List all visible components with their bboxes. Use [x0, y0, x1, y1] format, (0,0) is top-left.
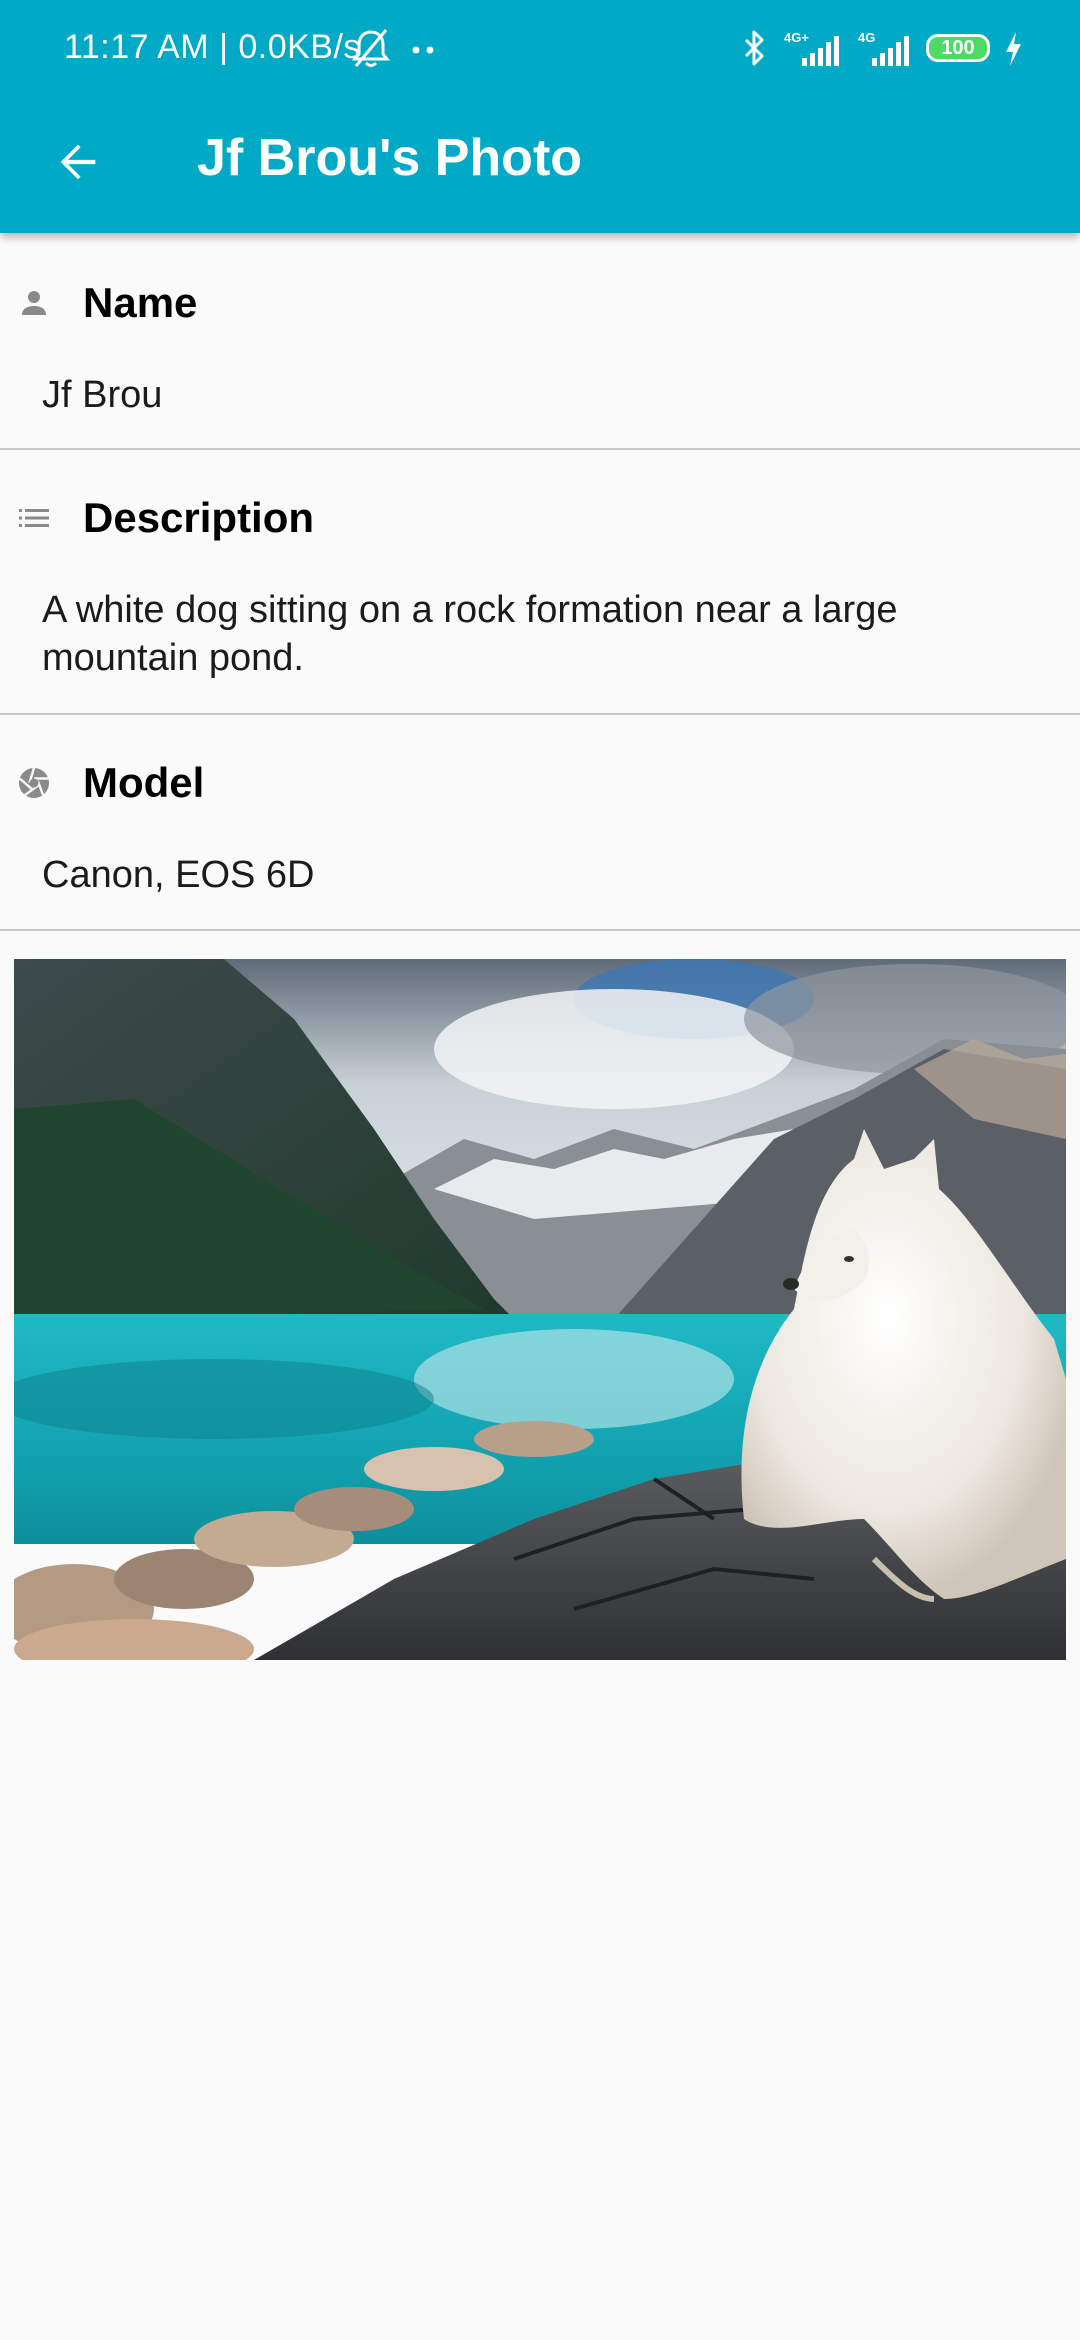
list-icon: [19, 509, 49, 527]
toolbar: Jf Brou's Photo: [0, 100, 1080, 233]
page-title: Jf Brou's Photo: [197, 129, 583, 187]
net-label-2: 4G: [858, 30, 875, 45]
camera-aperture-icon: [18, 767, 49, 798]
description-heading: Description: [83, 494, 315, 541]
model-section: Model Canon, EOS 6D: [0, 715, 1080, 931]
name-section: Name Jf Brou: [0, 233, 1080, 450]
dog-lake-photo: [14, 959, 1066, 1660]
bell-off-icon: [351, 29, 391, 67]
photo[interactable]: [14, 959, 1066, 1660]
back-button[interactable]: [38, 122, 118, 202]
name-heading: Name: [83, 279, 198, 326]
description-section: Description A white dog sitting on a roc…: [0, 450, 1080, 715]
battery-indicator: 100: [926, 34, 990, 62]
bluetooth-icon: [744, 30, 764, 66]
charging-icon: [1006, 32, 1021, 66]
name-value: Jf Brou: [42, 374, 163, 416]
more-notifications-icon: [412, 46, 434, 54]
status-bar: 11:17 AM | 0.0KB/s 4G+ 4G 100: [0, 0, 1080, 100]
app-bar: 11:17 AM | 0.0KB/s 4G+ 4G 100 Jf Brou's …: [0, 0, 1080, 233]
arrow-back-icon: [60, 144, 96, 180]
model-heading: Model: [83, 759, 205, 806]
person-icon: [22, 291, 46, 315]
status-time: 11:17 AM | 0.0KB/s: [64, 28, 361, 66]
signal-4g-plus-icon: 4G+: [784, 30, 839, 66]
signal-4g-icon: 4G: [858, 30, 909, 66]
model-value: Canon, EOS 6D: [42, 854, 315, 896]
net-label-1: 4G+: [784, 30, 809, 45]
description-value: A white dog sitting on a rock formation …: [42, 589, 898, 679]
